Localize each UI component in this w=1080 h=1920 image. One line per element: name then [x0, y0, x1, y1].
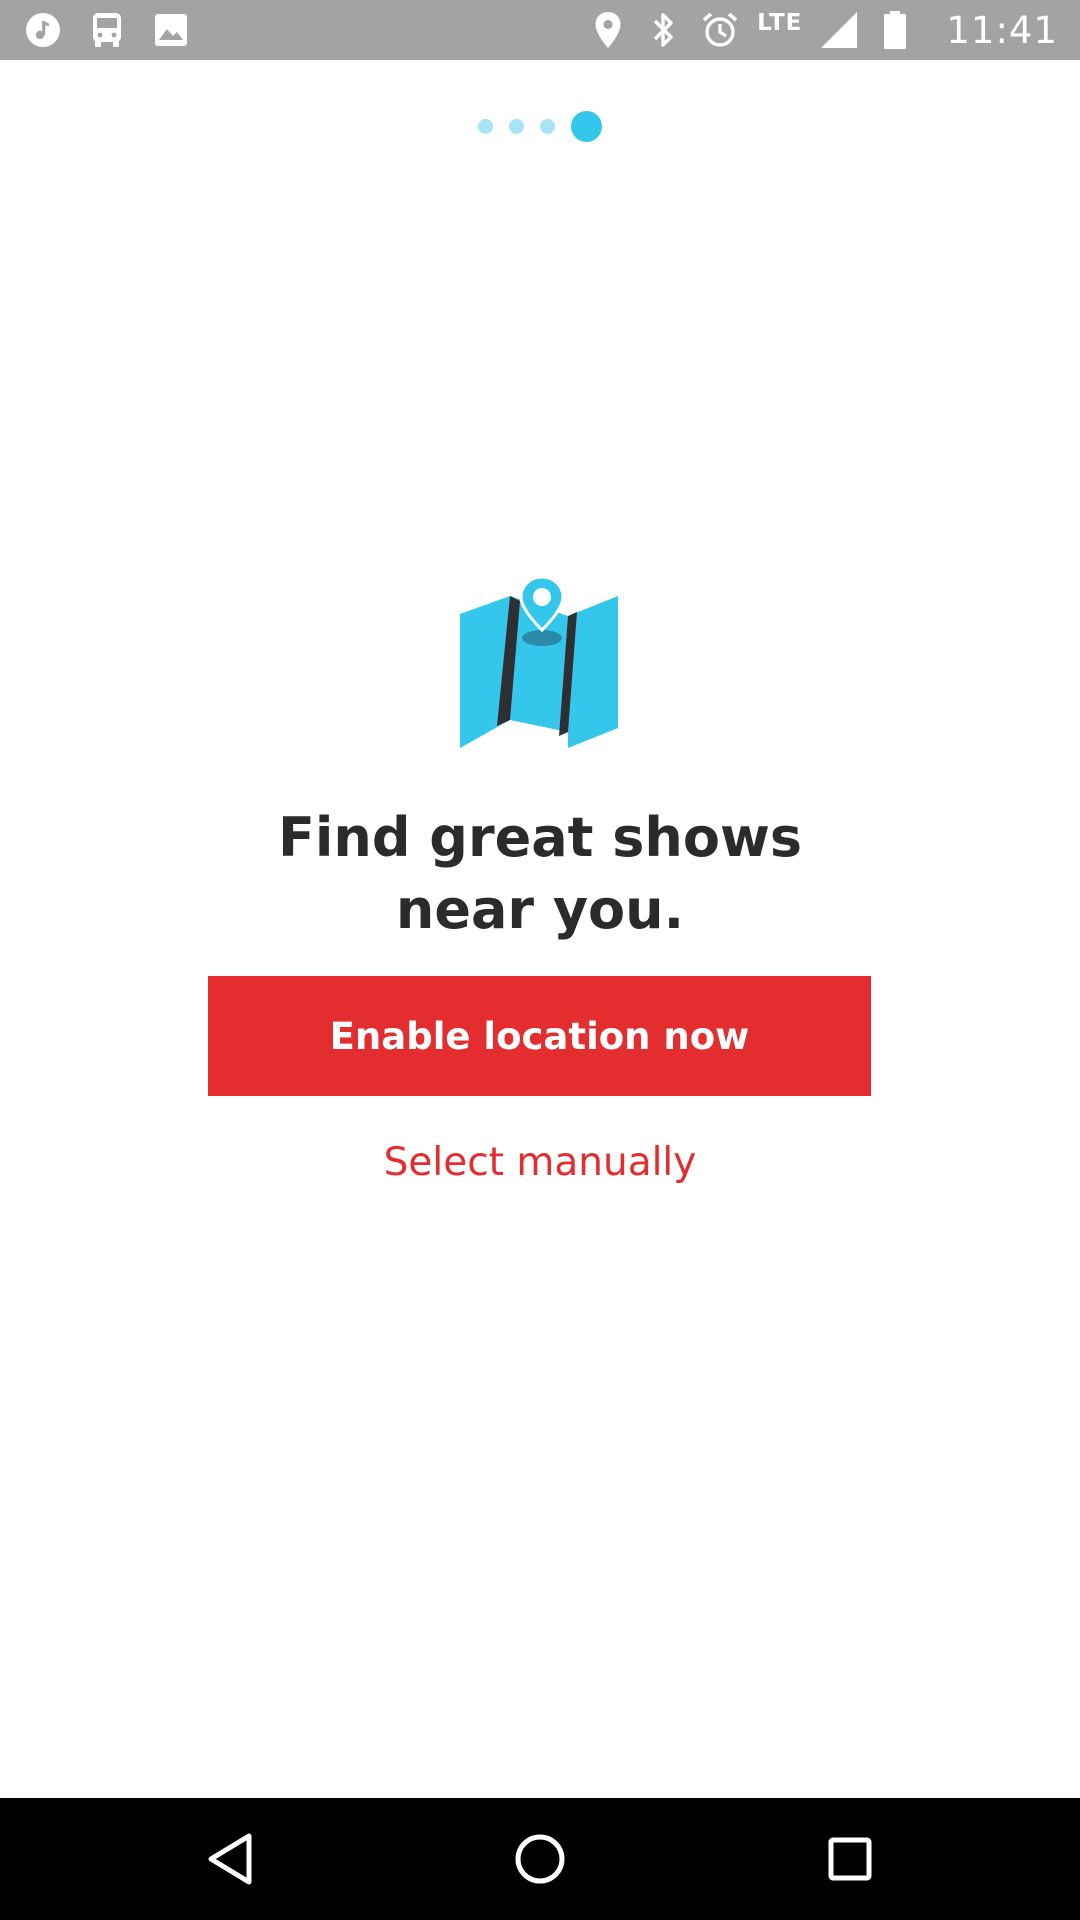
page-dot-1	[478, 119, 493, 134]
select-manually-link[interactable]: Select manually	[0, 1140, 1080, 1185]
page-dot-3	[540, 119, 555, 134]
status-bar: LTE 11:41	[0, 0, 1080, 60]
recents-icon[interactable]	[820, 1829, 880, 1889]
page-indicator	[0, 111, 1080, 142]
bus-icon	[88, 11, 126, 49]
image-icon	[152, 11, 190, 49]
alarm-icon	[701, 11, 739, 49]
enable-location-button[interactable]: Enable location now	[208, 976, 871, 1096]
system-icons: LTE 11:41	[589, 8, 1058, 52]
network-type-label: LTE	[757, 10, 803, 36]
page-dot-4-active	[571, 111, 602, 142]
bluetooth-icon	[645, 11, 683, 49]
battery-icon	[876, 11, 914, 49]
signal-icon	[820, 11, 858, 49]
page-dot-2	[509, 119, 524, 134]
folded-map-with-pin-icon	[458, 575, 620, 748]
navigation-bar	[0, 1798, 1080, 1920]
home-icon[interactable]	[510, 1829, 570, 1889]
headline-line-2: near you.	[395, 878, 685, 941]
music-note-icon	[24, 11, 62, 49]
location-pin-icon	[589, 11, 627, 49]
back-icon[interactable]	[200, 1829, 260, 1889]
page-title: Find great shows near you.	[0, 802, 1080, 946]
notification-icons	[24, 10, 190, 50]
headline-line-1: Find great shows	[278, 806, 802, 869]
clock: 11:41	[946, 8, 1058, 52]
